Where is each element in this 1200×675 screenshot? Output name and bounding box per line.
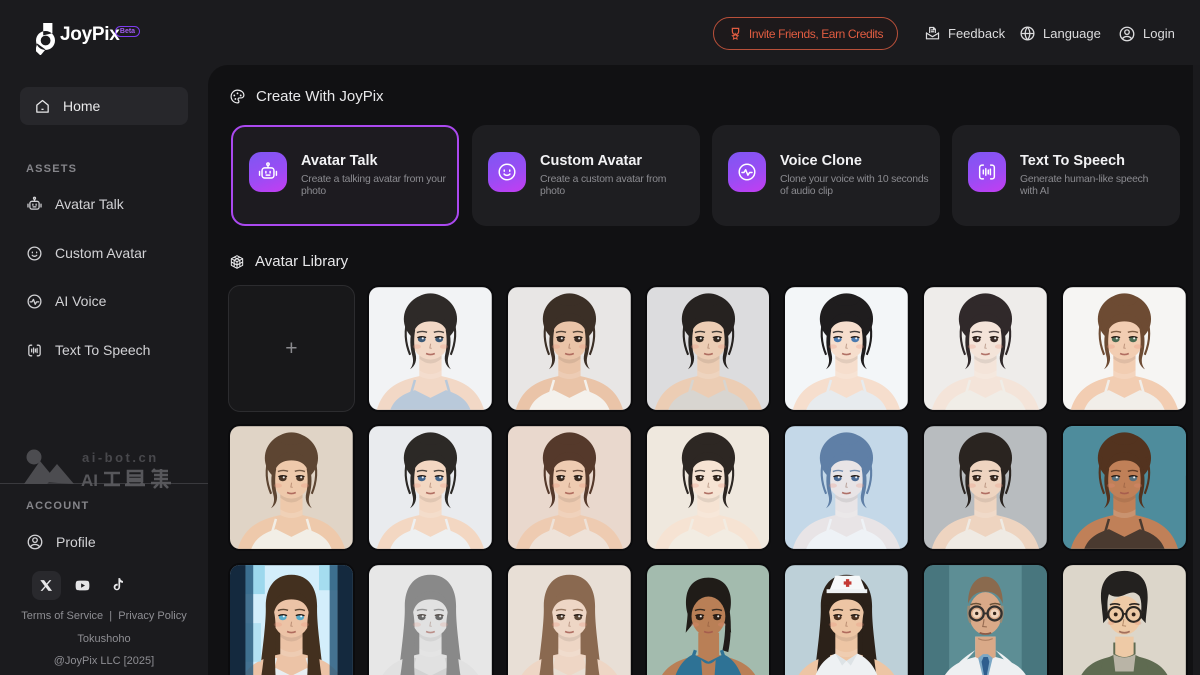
svg-text:AI: AI [81,471,98,490]
svg-text:ai-bot.cn: ai-bot.cn [82,450,159,465]
